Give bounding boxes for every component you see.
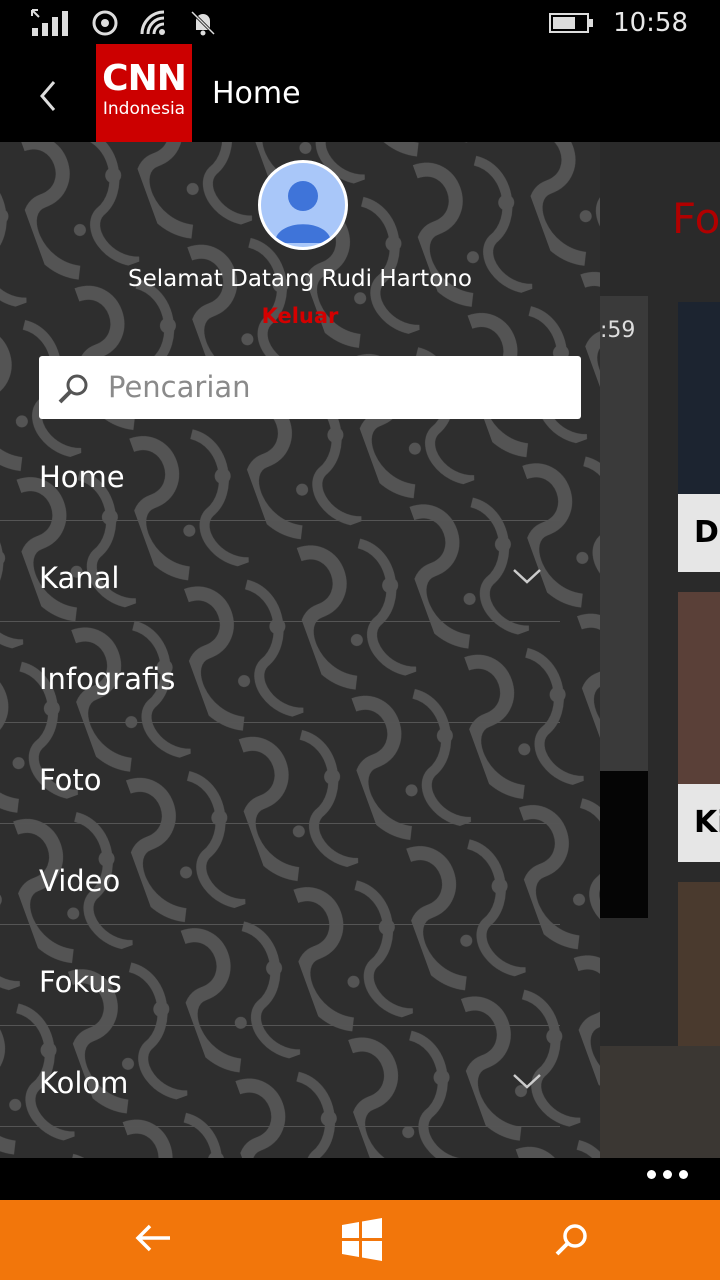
menu-item-label: Kanal <box>39 561 120 595</box>
logo-text: CNN <box>102 58 187 99</box>
menu-item-label: Kolom <box>39 1066 129 1100</box>
app-bar <box>0 1158 720 1200</box>
menu-item-label: Home <box>39 460 125 494</box>
welcome-text: Selamat Datang Rudi Hartono <box>128 266 472 292</box>
user-avatar[interactable] <box>258 160 348 250</box>
section-title: Fo <box>672 194 720 243</box>
navigation-drawer: Selamat Datang Rudi Hartono Keluar Penca… <box>0 142 600 1158</box>
back-arrow-icon[interactable] <box>134 1220 174 1256</box>
notification-bell-icon <box>190 10 216 36</box>
menu-item-label: Video <box>39 864 121 898</box>
menu-item-label: Foto <box>39 763 102 797</box>
battery-icon <box>549 13 594 33</box>
user-silhouette-icon <box>275 181 331 243</box>
menu-item-kanal[interactable]: Kanal <box>0 521 560 622</box>
drawer-menu: Home Kanal Infografis Foto Video Fokus K… <box>0 420 560 1127</box>
article-card-caption[interactable]: D <box>678 494 720 572</box>
video-duration: :59 <box>600 318 636 343</box>
menu-item-home[interactable]: Home <box>0 420 560 521</box>
logout-link[interactable]: Keluar <box>0 304 600 328</box>
article-card-image[interactable] <box>678 882 720 1046</box>
app-header: CNN Indonesia Home <box>0 44 720 142</box>
menu-item-kolom[interactable]: Kolom <box>0 1026 560 1127</box>
article-card-image[interactable] <box>678 592 720 784</box>
status-bar: 10:58 <box>0 0 720 48</box>
cnn-indonesia-logo[interactable]: CNN Indonesia <box>96 44 192 142</box>
background-content: Fo :59 D Ki <box>600 142 720 1158</box>
menu-item-fokus[interactable]: Fokus <box>0 925 560 1026</box>
menu-item-label: Infografis <box>39 662 176 696</box>
signal-icon <box>31 9 68 36</box>
menu-item-infografis[interactable]: Infografis <box>0 622 560 723</box>
clock: 10:58 <box>613 8 688 38</box>
search-placeholder: Pencarian <box>108 370 251 404</box>
chevron-down-icon[interactable] <box>512 567 542 585</box>
search-icon <box>58 374 88 404</box>
windows-start-icon[interactable] <box>340 1218 384 1262</box>
sync-icon <box>92 10 118 36</box>
article-thumbnail[interactable] <box>600 1046 720 1158</box>
menu-item-video[interactable]: Video <box>0 824 560 925</box>
system-navigation-bar <box>0 1200 720 1280</box>
article-card-caption[interactable]: Ki <box>678 784 720 862</box>
menu-item-label: Fokus <box>39 965 122 999</box>
logo-subtext: Indonesia <box>102 99 186 119</box>
article-card-image[interactable] <box>678 302 720 494</box>
page-title: Home <box>212 76 301 111</box>
menu-item-foto[interactable]: Foto <box>0 723 560 824</box>
more-options-icon[interactable] <box>647 1170 688 1179</box>
wifi-icon <box>140 10 165 35</box>
back-icon[interactable] <box>34 76 64 116</box>
chevron-down-icon[interactable] <box>512 1072 542 1090</box>
search-icon[interactable] <box>554 1222 590 1258</box>
video-thumbnail[interactable] <box>600 296 648 918</box>
search-input[interactable]: Pencarian <box>39 356 581 419</box>
